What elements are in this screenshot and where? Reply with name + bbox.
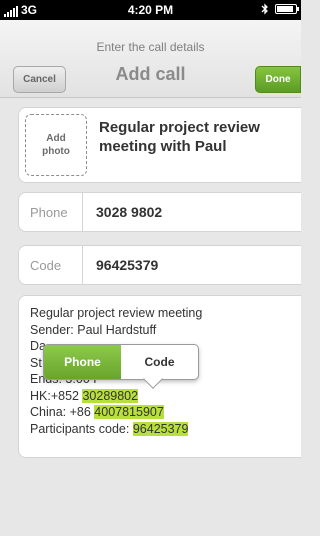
status-right [261, 3, 299, 15]
popover-phone-button[interactable]: Phone [44, 345, 121, 379]
phone-input[interactable]: 3028 9802 [83, 204, 162, 220]
note-line: Regular project review meeting [30, 306, 203, 320]
detected-phone-highlight[interactable]: 4007815907 [94, 405, 164, 419]
cancel-button[interactable]: Cancel [13, 66, 66, 93]
add-photo-label-1: Add [46, 133, 66, 144]
detected-code-highlight[interactable]: 96425379 [132, 421, 189, 436]
status-bar: 3G 4:20 PM [0, 0, 301, 20]
battery-fill [277, 6, 293, 12]
meeting-card: Add photo Regular project review meeting… [18, 107, 301, 183]
note-line-code: Participants code: 96425379 [30, 421, 290, 438]
done-button[interactable]: Done [255, 66, 301, 93]
note-line: Sender: Paul Hardstuff [30, 322, 157, 337]
add-photo-label-2: photo [42, 146, 70, 157]
header: Enter the call details Add call Cancel D… [0, 20, 301, 98]
assign-popover: Phone Code [43, 344, 199, 389]
header-subtitle: Enter the call details [96, 40, 205, 54]
popover-code-button[interactable]: Code [121, 345, 198, 379]
add-photo-button[interactable]: Add photo [25, 114, 87, 176]
note-prefix: Participants code: [30, 421, 133, 436]
meeting-title-field[interactable]: Regular project review meeting with Paul [99, 118, 299, 156]
note-prefix: China: +86 [30, 405, 95, 419]
note-prefix: HK:+852 [30, 388, 83, 403]
phone-field-row[interactable]: Phone 3028 9802 [18, 192, 301, 232]
code-field-row[interactable]: Code 96425379 [18, 245, 301, 285]
code-label: Code [19, 246, 83, 284]
bluetooth-icon [261, 3, 268, 15]
note-line-hk: HK:+852 30289802 [30, 388, 290, 405]
detected-phone-highlight[interactable]: 30289802 [82, 388, 139, 403]
status-time: 4:20 PM [127, 3, 174, 17]
note-line-china: China: +86 4007815907 [30, 404, 290, 421]
code-input[interactable]: 96425379 [83, 257, 158, 273]
phone-label: Phone [19, 193, 83, 231]
battery-icon [275, 4, 299, 14]
